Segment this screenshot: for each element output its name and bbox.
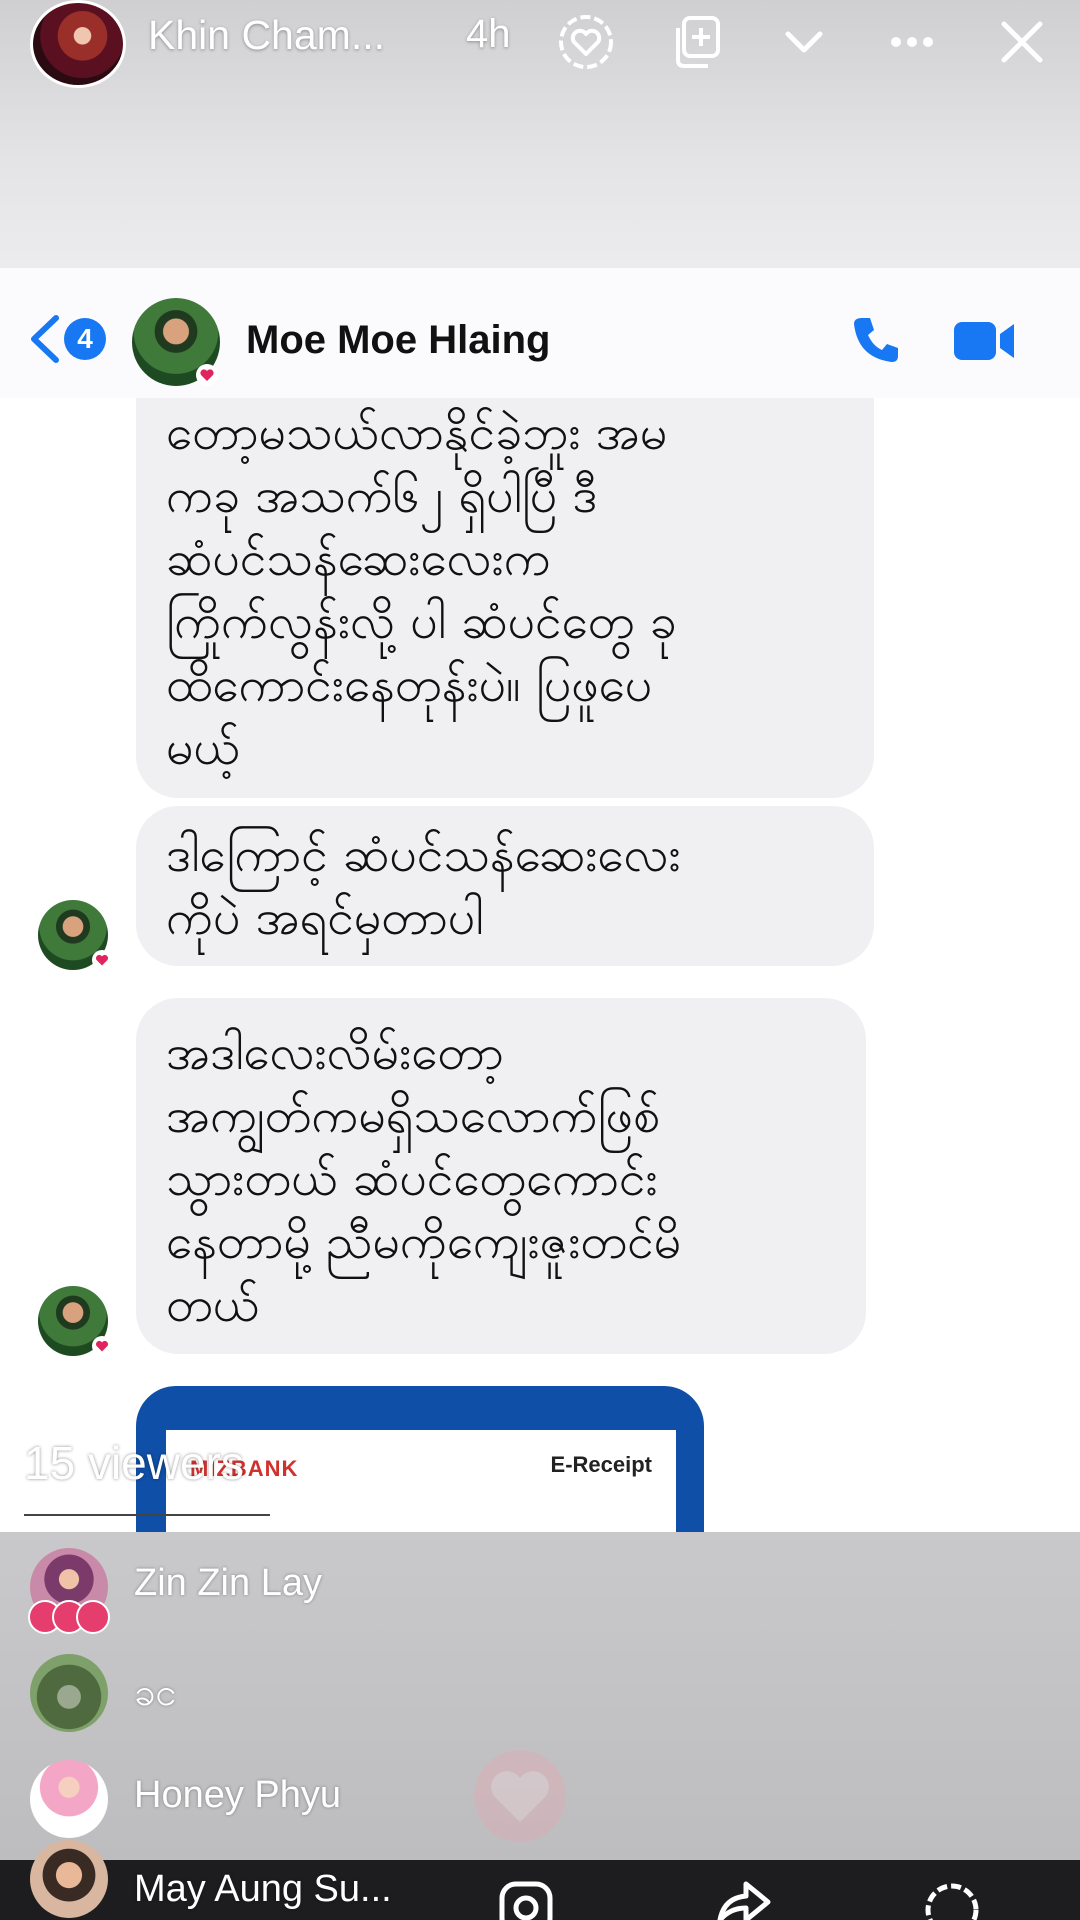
- contact-name[interactable]: Moe Moe Hlaing: [246, 318, 550, 363]
- heart-icon: [474, 1750, 566, 1842]
- heart-badge-icon: [92, 1336, 112, 1356]
- viewer-row[interactable]: ခင: [0, 1644, 1080, 1744]
- viewer-avatar[interactable]: [30, 1840, 108, 1918]
- add-icon[interactable]: [668, 12, 728, 72]
- receipt-title: E-Receipt: [550, 1452, 652, 1477]
- chevron-up-icon[interactable]: [30, 1394, 72, 1418]
- heart-badge-icon: [196, 364, 218, 386]
- heart-icon[interactable]: [922, 1880, 982, 1920]
- viewers-count[interactable]: 15 viewers: [24, 1436, 244, 1490]
- sender-avatar[interactable]: [38, 900, 112, 970]
- heart-icon[interactable]: [556, 12, 616, 72]
- reaction-stack: [28, 1600, 118, 1636]
- story-author-avatar[interactable]: [30, 0, 126, 88]
- viewer-avatar[interactable]: [30, 1654, 108, 1732]
- story-header: Khin Cham... 4h: [0, 0, 1080, 88]
- story-timestamp: 4h: [466, 12, 511, 56]
- close-icon[interactable]: [992, 12, 1052, 72]
- unread-count-badge[interactable]: 4: [64, 318, 106, 360]
- heart-reaction-icon: [76, 1600, 110, 1634]
- viewer-name[interactable]: Honey Phyu: [134, 1774, 341, 1817]
- viewer-name[interactable]: Zin Zin Lay: [134, 1562, 322, 1605]
- story-author-name[interactable]: Khin Cham...: [148, 12, 385, 59]
- message-bubble[interactable]: တော့မသယ်လာနိုင်ခဲ့ဘူး အမ ကခု အသက်၆၂ ရှိပ…: [136, 398, 874, 798]
- messenger-header: 4 Moe Moe Hlaing: [0, 268, 1080, 398]
- message-bubble[interactable]: အဒါလေးလိမ်းတော့ အကျွတ်ကမရှိသလောက်ဖြစ် သွ…: [136, 998, 866, 1354]
- viewer-name[interactable]: ခင: [134, 1668, 176, 1724]
- viewer-name[interactable]: May Aung Su...: [134, 1868, 392, 1911]
- share-icon[interactable]: [712, 1880, 772, 1920]
- video-icon[interactable]: [952, 318, 1018, 364]
- back-chevron-icon[interactable]: [28, 314, 62, 364]
- viewer-avatar[interactable]: [30, 1760, 108, 1838]
- heart-badge-icon: [92, 950, 112, 970]
- more-icon[interactable]: [882, 12, 942, 72]
- message-bubble[interactable]: ဒါကြောင့် ဆံပင်သန်ဆေးလေး ကိုပဲ အရင်မှတာပ…: [136, 806, 874, 966]
- sender-avatar[interactable]: [38, 1286, 112, 1356]
- viewer-row[interactable]: Zin Zin Lay: [0, 1538, 1080, 1638]
- chat-thread: တော့မသယ်လာနိုင်ခဲ့ဘူး အမ ကခု အသက်၆၂ ရှိပ…: [0, 398, 1080, 1532]
- instagram-icon[interactable]: [496, 1880, 556, 1920]
- viewers-divider: [24, 1514, 270, 1516]
- chevron-down-icon[interactable]: [774, 12, 834, 72]
- phone-icon[interactable]: [848, 312, 904, 368]
